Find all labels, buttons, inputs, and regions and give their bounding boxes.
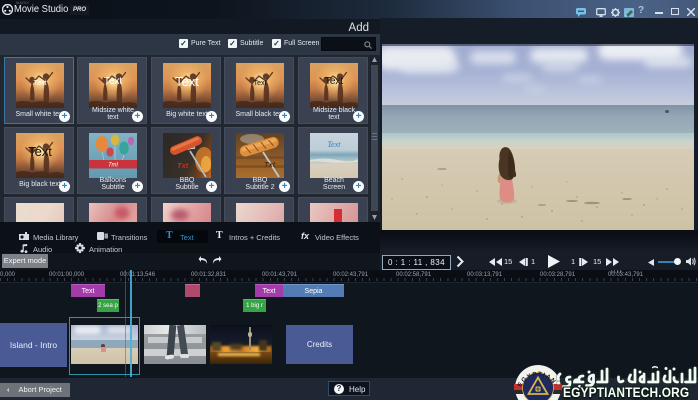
svg-text:Txt: Txt <box>177 161 189 170</box>
svg-text:Txt: Txt <box>264 160 276 169</box>
svg-text:7ml: 7ml <box>108 163 118 169</box>
svg-text:Text: Text <box>327 140 341 149</box>
